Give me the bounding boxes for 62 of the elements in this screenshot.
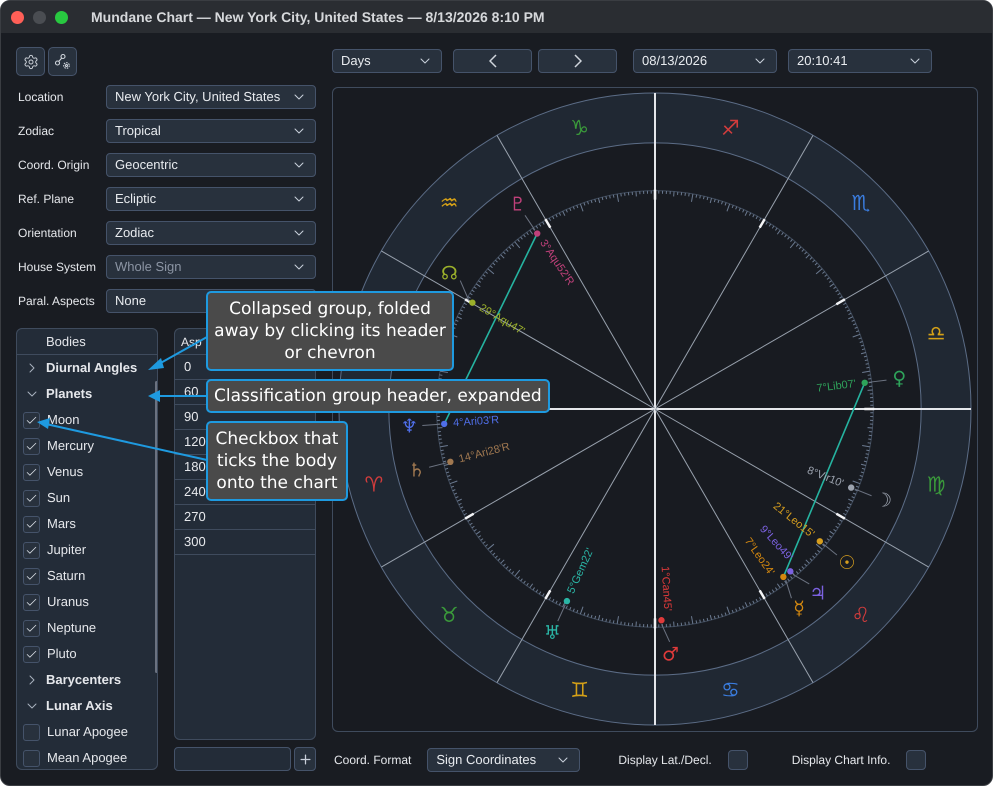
body-label: Venus bbox=[47, 463, 84, 482]
column-header: Bodies bbox=[46, 332, 86, 351]
group-label: Planets bbox=[46, 385, 92, 404]
position-label: 7°Lib07' bbox=[816, 378, 857, 395]
zodiac-sign-glyph: ♏ bbox=[851, 191, 870, 216]
body-label: Mean Apogee bbox=[47, 749, 128, 768]
group-label: Diurnal Angles bbox=[46, 359, 138, 378]
zodiac-sign-glyph: ♎ bbox=[926, 322, 946, 346]
zodiac-sign-glyph: ♉ bbox=[440, 602, 459, 627]
window-title: Mundane Chart — New York City, United States — 8/13/2026 8:10 PM bbox=[91, 8, 545, 27]
planet-glyph: ☿ bbox=[793, 598, 805, 620]
body-label: Lunar Apogee bbox=[47, 723, 128, 742]
zodiac-sign-glyph: ♈ bbox=[364, 472, 384, 496]
setting-label: Location bbox=[17, 89, 64, 106]
zodiac-sign-glyph: ♋ bbox=[720, 678, 740, 702]
zodiac-sign-glyph: ♌ bbox=[851, 602, 870, 627]
aspect-angle: 120 bbox=[184, 433, 206, 452]
planet-glyph: ♄ bbox=[408, 460, 426, 482]
setting-label: Coord. Origin bbox=[17, 157, 90, 174]
setting-label: House System bbox=[17, 259, 98, 276]
body-label: Saturn bbox=[47, 567, 86, 586]
planet-glyph: ♇ bbox=[509, 194, 526, 216]
body-label: Jupiter bbox=[47, 541, 86, 560]
body-label: Neptune bbox=[47, 619, 96, 638]
group-label: Lunar Axis bbox=[46, 697, 113, 716]
planet-glyph: ♃ bbox=[809, 582, 826, 605]
aspect-angle: 90 bbox=[184, 408, 198, 426]
callout-tooltip: Classification group header, expanded bbox=[206, 379, 550, 413]
field-label: Display Lat./Decl. bbox=[618, 752, 712, 769]
planet-glyph: ☽ bbox=[875, 490, 892, 512]
planet-glyph: ☉ bbox=[838, 552, 856, 574]
zodiac-sign-glyph: ♊ bbox=[570, 678, 590, 702]
body-label: Mars bbox=[47, 515, 76, 534]
aspect-angle: 300 bbox=[184, 533, 206, 552]
zodiac-sign-glyph: ♐ bbox=[720, 116, 740, 140]
setting-label: Zodiac bbox=[17, 123, 56, 140]
zodiac-sign-glyph: ♍ bbox=[926, 472, 946, 496]
field-label: Coord. Format bbox=[334, 752, 412, 769]
zodiac-sign-glyph: ♒ bbox=[440, 191, 459, 216]
body-label: Uranus bbox=[47, 593, 89, 612]
field-label: Display Chart Info. bbox=[792, 752, 890, 769]
callout-tooltip: Collapsed group, folded away by clicking its header or chevron bbox=[206, 291, 454, 371]
zodiac-sign-glyph: ♑ bbox=[570, 116, 590, 140]
aspect-angle: 240 bbox=[184, 483, 206, 502]
setting-label: Ref. Plane bbox=[17, 191, 76, 208]
position-label: 1°Can45' bbox=[658, 566, 674, 612]
planet-glyph: ♀ bbox=[892, 367, 906, 390]
body-label: Sun bbox=[47, 489, 70, 508]
group-label: Barycenters bbox=[46, 671, 122, 690]
planet-glyph: ♂ bbox=[662, 644, 679, 666]
aspect-angle: 270 bbox=[184, 508, 206, 526]
planet-glyph: ♆ bbox=[400, 415, 418, 438]
position-label: 4°Ari03'R bbox=[452, 414, 500, 430]
callout-tooltip: Checkbox that ticks the body onto the chart bbox=[206, 421, 348, 501]
aspect-angle: 180 bbox=[184, 458, 206, 476]
planet-glyph: ☊ bbox=[441, 262, 458, 284]
body-label: Pluto bbox=[47, 645, 77, 664]
planet-glyph: ♅ bbox=[544, 622, 561, 644]
body-label: Mercury bbox=[47, 437, 94, 456]
setting-label: Paral. Aspects bbox=[17, 293, 96, 310]
setting-label: Orientation bbox=[17, 225, 78, 242]
aspect-angle: 0 bbox=[184, 358, 192, 376]
